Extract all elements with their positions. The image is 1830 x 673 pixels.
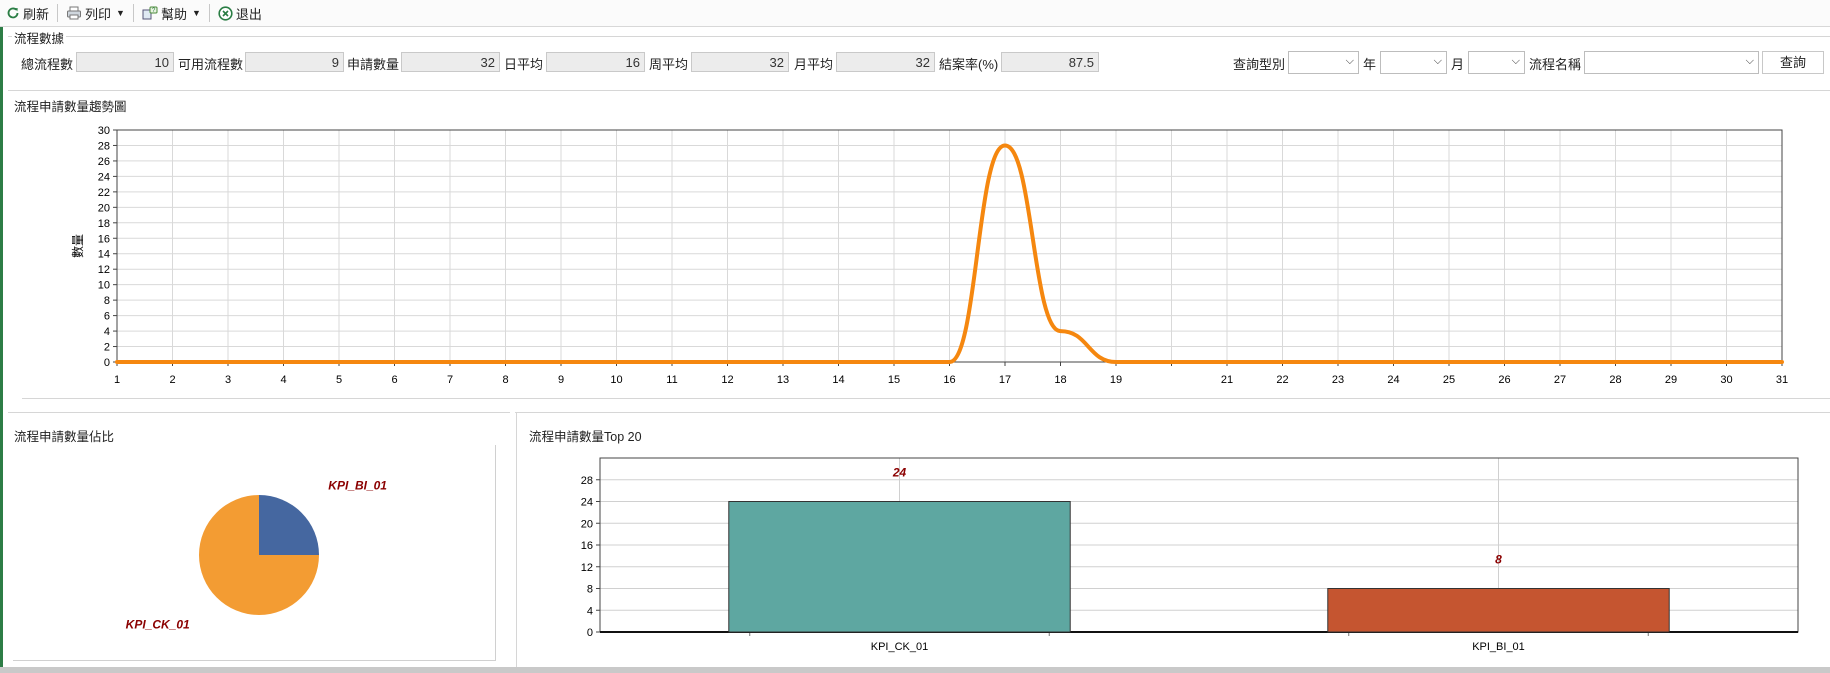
y-tick-label: 4	[104, 326, 110, 338]
bar-data-label: 8	[1495, 553, 1502, 567]
bar-y-tick-label: 16	[581, 540, 593, 552]
y-tick-label: 12	[98, 264, 110, 276]
x-tick-label: 7	[447, 374, 453, 386]
x-tick-label: 17	[999, 374, 1011, 386]
y-tick-label: 10	[98, 280, 110, 292]
bar-kpi-bi-01	[1327, 588, 1670, 633]
x-tick-label: 9	[558, 374, 564, 386]
bar-data-label: 24	[892, 466, 907, 480]
bar-kpi-ck-01	[728, 501, 1071, 633]
x-tick-label: 29	[1665, 374, 1677, 386]
y-tick-label: 0	[104, 357, 110, 369]
y-axis-label: 數量	[71, 234, 85, 258]
x-tick-label: 31	[1776, 374, 1788, 386]
y-tick-label: 18	[98, 218, 110, 230]
x-tick-label: 21	[1221, 374, 1233, 386]
x-tick-label: 13	[777, 374, 789, 386]
x-tick-label: 15	[888, 374, 900, 386]
y-tick-label: 30	[98, 125, 110, 137]
bar-y-tick-label: 8	[587, 584, 593, 596]
x-tick-label: 23	[1332, 374, 1344, 386]
bar-category-label: KPI_CK_01	[871, 641, 928, 653]
y-tick-label: 6	[104, 311, 110, 323]
x-tick-label: 28	[1609, 374, 1621, 386]
x-tick-label: 2	[169, 374, 175, 386]
bar-y-tick-label: 12	[581, 562, 593, 574]
x-tick-label: 22	[1276, 374, 1288, 386]
bar-y-tick-label: 24	[581, 497, 593, 509]
x-tick-label: 25	[1443, 374, 1455, 386]
x-tick-label: 30	[1720, 374, 1732, 386]
x-tick-label: 24	[1387, 374, 1399, 386]
x-tick-label: 18	[1054, 374, 1066, 386]
x-tick-label: 19	[1110, 374, 1122, 386]
x-tick-label: 5	[336, 374, 342, 386]
y-tick-label: 28	[98, 140, 110, 152]
horizontal-scrollbar[interactable]	[0, 667, 1830, 673]
x-tick-label: 3	[225, 374, 231, 386]
y-tick-label: 2	[104, 342, 110, 354]
y-tick-label: 8	[104, 295, 110, 307]
x-tick-label: 11	[666, 374, 677, 386]
y-tick-label: 14	[98, 249, 110, 261]
bar-y-tick-label: 28	[581, 475, 593, 487]
x-tick-label: 27	[1554, 374, 1566, 386]
bar-y-tick-label: 0	[587, 627, 593, 639]
y-tick-label: 16	[98, 233, 110, 245]
bar-category-label: KPI_BI_01	[1472, 641, 1525, 653]
x-tick-label: 8	[502, 374, 508, 386]
x-tick-label: 6	[391, 374, 397, 386]
x-tick-label: 12	[721, 374, 733, 386]
x-tick-label: 1	[114, 374, 120, 386]
x-tick-label: 10	[610, 374, 622, 386]
bar-y-tick-label: 20	[581, 518, 593, 530]
bar-y-tick-label: 4	[587, 605, 593, 617]
x-tick-label: 14	[832, 374, 844, 386]
trend-chart: 024681012141618202224262830 1 2 3 4 5 6 7 8 9 10 1…	[71, 125, 1788, 386]
y-tick-label: 20	[98, 202, 110, 214]
top20-bar-chart: 0 4 8 12 16 20 24 28 24 KPI_CK_01 8 KPI_BI_01	[581, 457, 1799, 653]
y-tick-label: 22	[98, 187, 110, 199]
x-tick-label: 4	[280, 374, 286, 386]
x-tick-label: 16	[943, 374, 955, 386]
y-tick-label: 26	[98, 156, 110, 168]
y-tick-label: 24	[98, 171, 110, 183]
x-tick-label: 26	[1498, 374, 1510, 386]
